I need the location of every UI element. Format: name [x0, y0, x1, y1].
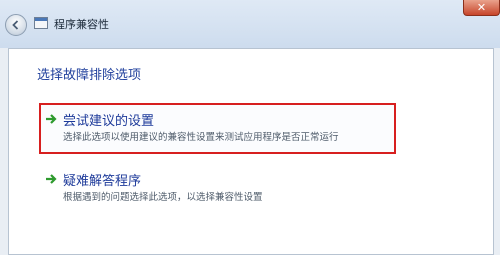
program-window-icon [34, 17, 48, 29]
page-heading: 选择故障排除选项 [37, 68, 142, 83]
option-title[interactable]: 疑难解答程序 [63, 170, 141, 189]
option-description: 根据遇到的问题选择此选项，以选择兼容性设置 [63, 192, 263, 203]
green-arrow-icon [46, 114, 57, 124]
option-title[interactable]: 尝试建议的设置 [63, 110, 154, 129]
green-arrow-icon [46, 174, 57, 184]
back-button[interactable] [5, 14, 27, 36]
option-description: 选择此选项以使用建议的兼容性设置来测试应用程序是否正常运行 [63, 132, 339, 143]
option-try-recommended-settings[interactable]: 尝试建议的设置 选择此选项以使用建议的兼容性设置来测试应用程序是否正常运行 [45, 110, 385, 150]
window-title: 程序兼容性 [54, 18, 109, 31]
option-troubleshoot-program[interactable]: 疑难解答程序 根据遇到的问题选择此选项，以选择兼容性设置 [45, 170, 385, 210]
back-arrow-icon [12, 20, 19, 30]
title-bar: 程序兼容性 ✕ [0, 0, 500, 48]
content-panel: 选择故障排除选项 尝试建议的设置 选择此选项以使用建议的兼容性设置来测试应用程序… [8, 48, 494, 255]
close-icon: ✕ [476, 1, 487, 14]
close-button[interactable]: ✕ [463, 0, 500, 16]
